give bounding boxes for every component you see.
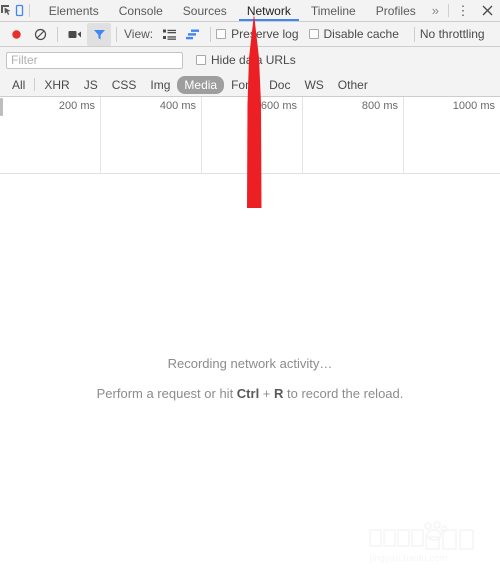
timeline-tick-label: 200 ms — [58, 100, 95, 112]
baidu-jingyan-watermark: jingyan.baidu.com — [368, 521, 492, 563]
tab-timeline-label: Timeline — [310, 3, 356, 18]
hide-data-urls-label: Hide data URLs — [211, 53, 296, 67]
disable-cache-label: Disable cache — [323, 27, 399, 41]
timeline-tick-cell: 200 ms — [0, 97, 101, 174]
tab-console-label: Console — [118, 3, 163, 18]
recording-status-text: Recording network activity… — [167, 356, 333, 371]
tab-sources-label: Sources — [182, 3, 227, 18]
tabbar-right-divider — [448, 4, 449, 17]
preserve-log-checkbox-box — [216, 29, 227, 39]
type-filter-ws[interactable]: WS — [297, 76, 330, 94]
timeline-tick-label: 1000 ms — [452, 100, 495, 112]
watermark-url: jingyan.baidu.com — [370, 553, 448, 563]
timeline-tick-cell: 600 ms — [202, 97, 303, 174]
toolbar-divider-3 — [210, 26, 212, 42]
large-rows-view-icon[interactable] — [157, 23, 181, 46]
tabbar-right-controls: ⋮ — [445, 0, 500, 21]
type-filter-js[interactable]: JS — [77, 76, 105, 94]
hide-data-urls-checkbox-box — [196, 55, 206, 65]
device-toolbar-icon[interactable] — [13, 0, 26, 21]
type-filter-css[interactable]: CSS — [105, 76, 144, 94]
clear-button[interactable] — [28, 23, 52, 46]
tab-network-label: Network — [246, 3, 291, 18]
devtools-tabbar: Elements Console Sources Network Timelin… — [0, 0, 500, 22]
timeline-tick-cell: 1000 ms — [404, 97, 500, 174]
toolbar-divider-4 — [413, 26, 415, 42]
inspect-element-icon[interactable] — [0, 0, 13, 21]
tab-profiles[interactable]: Profiles — [366, 0, 426, 21]
tab-elements[interactable]: Elements — [39, 0, 109, 21]
type-filter-other[interactable]: Other — [331, 76, 375, 94]
type-filter-xhr[interactable]: XHR — [37, 76, 76, 94]
timeline-tick-label: 600 ms — [260, 100, 297, 112]
disable-cache-checkbox-box — [308, 29, 319, 39]
tab-timeline[interactable]: Timeline — [301, 0, 366, 21]
type-filter-all[interactable]: All — [5, 76, 32, 94]
timeline-tick-cell: 800 ms — [303, 97, 404, 174]
hide-data-urls-checkbox[interactable]: Hide data URLs — [196, 53, 296, 67]
hint-prefix: Perform a request or hit — [96, 386, 237, 401]
type-filter-media[interactable]: Media — [177, 75, 225, 94]
view-label: View: — [124, 27, 154, 41]
throttling-selector[interactable]: No throttling — [420, 27, 485, 41]
overview-waterfall-view-icon[interactable] — [181, 23, 205, 46]
shortcut-key-ctrl: Ctrl — [236, 386, 260, 401]
tab-elements-label: Elements — [48, 3, 99, 18]
empty-state-hint: Perform a request or hit Ctrl + R to rec… — [0, 386, 500, 401]
tab-sources[interactable]: Sources — [173, 0, 237, 21]
hint-suffix: to record the reload. — [283, 386, 404, 401]
type-filter-divider — [34, 78, 36, 91]
tab-network[interactable]: Network — [237, 0, 301, 21]
type-filter-doc[interactable]: Doc — [262, 76, 297, 94]
network-request-list-empty: Recording network activity… Perform a re… — [0, 174, 500, 577]
network-controls-toolbar: View: Preserve log Disable cache No thro… — [0, 22, 500, 47]
empty-state-message: Recording network activity… Perform a re… — [0, 356, 500, 401]
disable-cache-checkbox[interactable]: Disable cache — [308, 27, 399, 41]
network-timeline-ruler[interactable]: 200 ms 400 ms 600 ms 800 ms 1000 ms — [0, 97, 500, 174]
type-filter-img[interactable]: Img — [143, 76, 177, 94]
more-options-icon[interactable]: ⋮ — [452, 0, 474, 21]
shortcut-key-r: R — [274, 386, 284, 401]
timeline-tick-row: 200 ms 400 ms 600 ms 800 ms 1000 ms — [0, 97, 500, 174]
timeline-tick-cell: 400 ms — [101, 97, 202, 174]
resource-type-filters: All XHR JS CSS Img Media Font Doc WS Oth… — [0, 73, 500, 97]
filter-row: Hide data URLs — [0, 47, 500, 73]
preserve-log-checkbox[interactable]: Preserve log — [216, 27, 299, 41]
close-icon[interactable] — [474, 0, 500, 21]
tab-console[interactable]: Console — [109, 0, 173, 21]
toolbar-divider-1 — [57, 26, 58, 42]
shortcut-plus: + — [259, 386, 275, 401]
preserve-log-label: Preserve log — [231, 27, 299, 41]
filter-toggle-icon[interactable] — [87, 22, 111, 46]
tabbar-divider — [29, 4, 30, 17]
record-button[interactable] — [4, 23, 28, 46]
type-filter-font[interactable]: Font — [224, 76, 262, 94]
timeline-tick-label: 800 ms — [361, 100, 398, 112]
tab-overflow-chevron-icon[interactable]: » — [426, 0, 445, 21]
filter-input[interactable] — [6, 51, 183, 69]
toolbar-divider-2 — [116, 26, 117, 42]
timeline-tick-label: 400 ms — [159, 100, 196, 112]
capture-screenshots-icon[interactable] — [63, 23, 87, 46]
tab-profiles-label: Profiles — [375, 3, 416, 18]
panel-tabs: Elements Console Sources Network Timelin… — [39, 0, 445, 21]
